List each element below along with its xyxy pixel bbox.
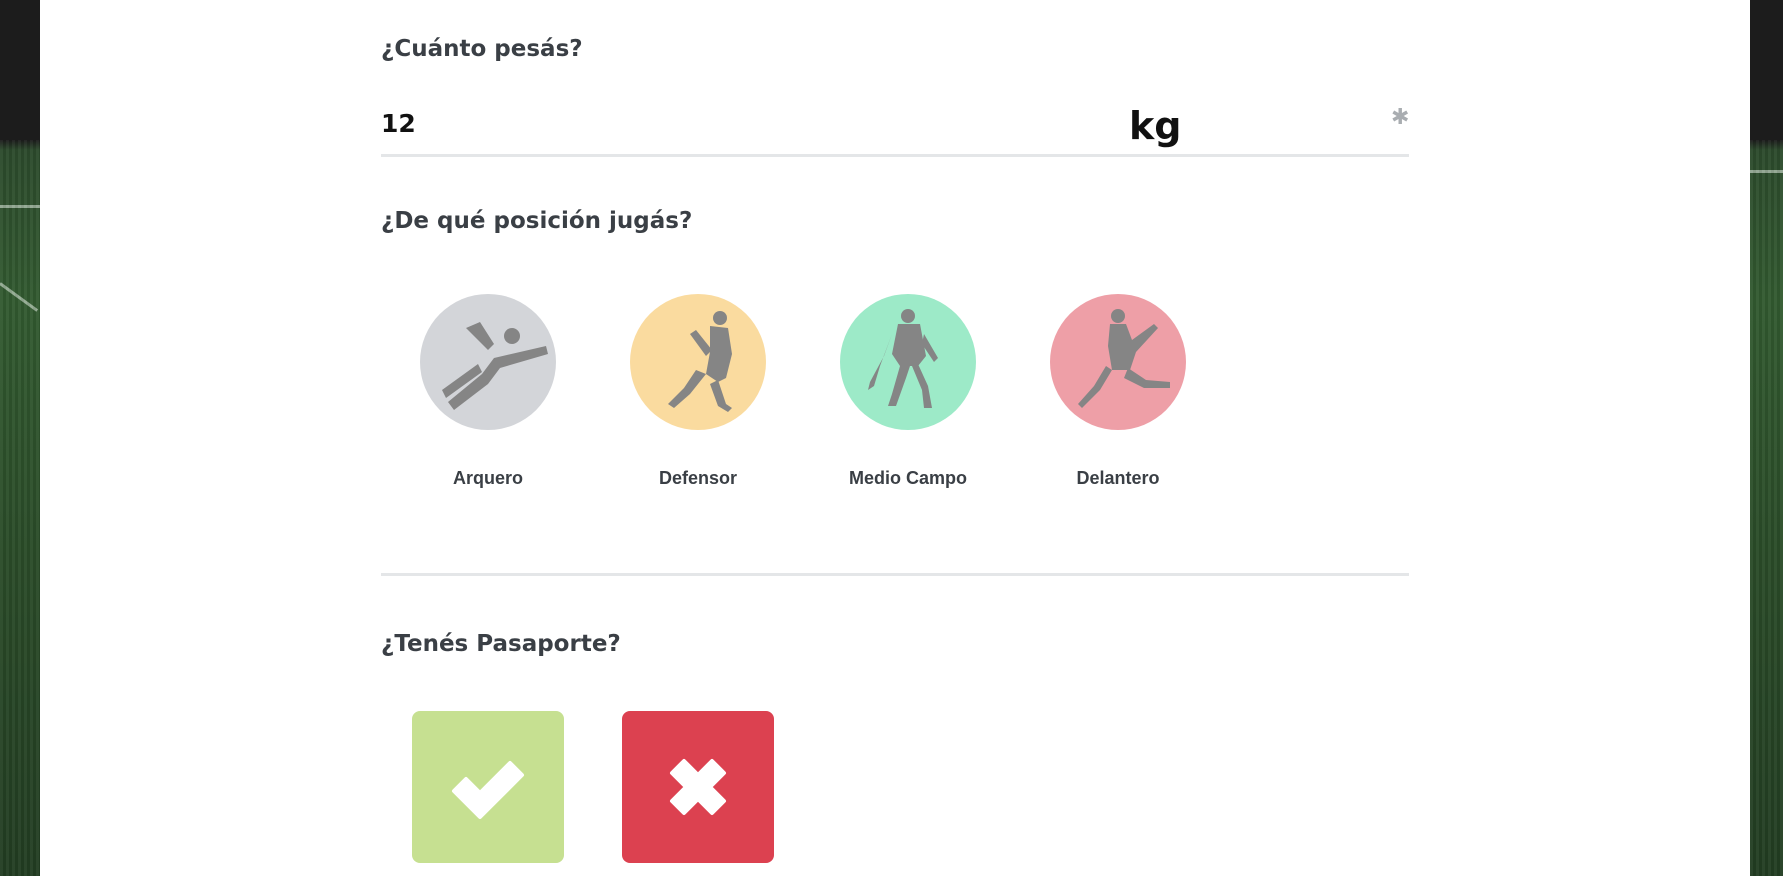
position-option-delantero[interactable]: Delantero: [1048, 294, 1188, 489]
position-question: ¿De qué posición jugás?: [381, 208, 693, 234]
field-line: [0, 205, 40, 208]
close-icon: [670, 759, 726, 815]
field-line: [1750, 170, 1783, 173]
position-option-medio-campo[interactable]: Medio Campo: [838, 294, 978, 489]
position-option-arquero[interactable]: Arquero: [418, 294, 558, 489]
midfielder-icon: [868, 309, 938, 408]
position-circle-medio-campo[interactable]: [840, 294, 976, 430]
form-panel: ¿Cuánto pesás? kg ✱ ¿De qué posición jug…: [40, 0, 1750, 876]
passport-question: ¿Tenés Pasaporte?: [381, 631, 621, 657]
passport-yes-button[interactable]: [412, 711, 564, 863]
check-icon: [452, 761, 524, 819]
position-circle-defensor[interactable]: [630, 294, 766, 430]
position-circle-delantero[interactable]: [1050, 294, 1186, 430]
position-option-defensor[interactable]: Defensor: [628, 294, 768, 489]
passport-no-button[interactable]: [622, 711, 774, 863]
weight-field: kg ✱: [381, 96, 1409, 157]
field-line: [0, 282, 39, 312]
forward-icon: [1078, 309, 1170, 408]
position-label-delantero: Delantero: [1076, 468, 1160, 488]
goalkeeper-icon: [442, 322, 548, 410]
required-asterisk-icon: ✱: [1391, 104, 1410, 129]
position-circle-arquero[interactable]: [420, 294, 556, 430]
background-field-left: [0, 0, 40, 876]
weight-input[interactable]: [381, 102, 1081, 144]
weight-unit: kg: [1129, 104, 1182, 148]
position-label-defensor: Defensor: [658, 468, 738, 488]
section-divider: [381, 573, 1409, 576]
defender-icon: [668, 311, 732, 412]
position-label-arquero: Arquero: [452, 468, 523, 488]
background-field-right: [1750, 0, 1783, 876]
weight-question: ¿Cuánto pesás?: [381, 36, 583, 62]
position-label-medio-campo: Medio Campo: [848, 468, 967, 488]
